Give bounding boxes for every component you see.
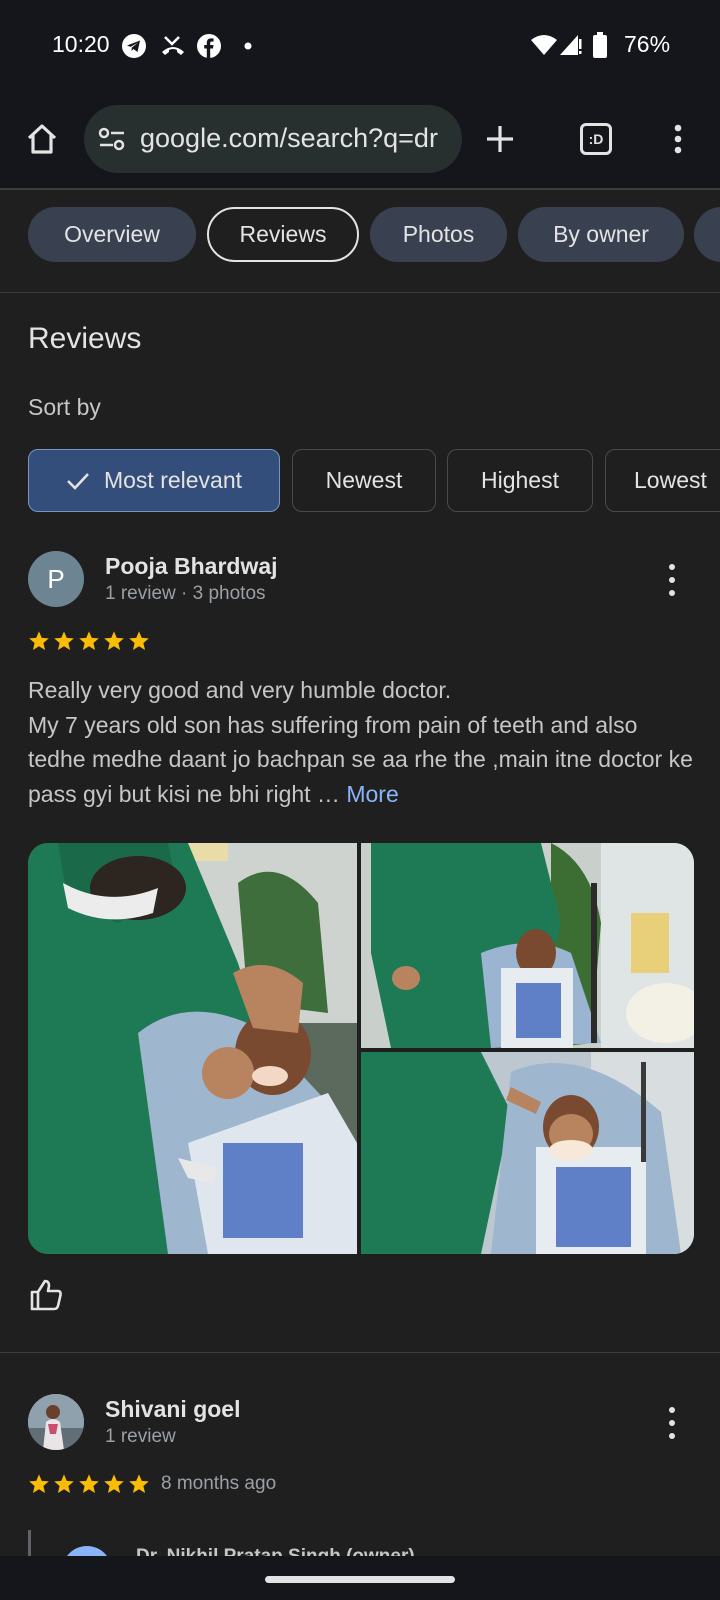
status-bar: 10:20 76%	[0, 0, 720, 90]
review-time: 8 months ago	[161, 1473, 277, 1494]
battery-icon	[593, 32, 607, 58]
missed-call-icon	[162, 36, 184, 55]
tab-count: :D	[588, 131, 604, 147]
tab-switcher-icon: :D	[580, 123, 612, 155]
home-gesture-handle[interactable]	[265, 1576, 455, 1583]
review-photos	[28, 843, 694, 1254]
star-icon	[79, 1474, 99, 1493]
tab-switcher-button[interactable]: :D	[576, 119, 616, 159]
sort-chip-label: Most relevant	[103, 467, 243, 493]
review-photo-2[interactable]	[361, 843, 694, 1048]
review-photo-3[interactable]	[361, 1052, 694, 1254]
navigation-bar	[0, 1556, 720, 1600]
plus-icon	[487, 126, 513, 152]
review-photo-1[interactable]	[28, 843, 357, 1254]
sort-chip-newest[interactable]: Newest	[292, 449, 436, 512]
more-link[interactable]: More	[346, 781, 398, 807]
sort-chip-label: Highest	[481, 467, 559, 493]
home-button[interactable]	[20, 119, 64, 159]
sort-chip-lowest[interactable]: Lowest	[605, 449, 720, 512]
star-icon	[104, 1474, 124, 1493]
check-icon	[67, 472, 89, 490]
new-tab-button[interactable]	[480, 119, 520, 159]
browser-menu-button[interactable]	[658, 119, 698, 159]
browser-toolbar: google.com/search?q=dr :D	[0, 90, 720, 188]
review-menu-button[interactable]	[662, 560, 682, 600]
star-rating	[28, 1473, 150, 1495]
star-icon	[79, 631, 99, 650]
star-rating	[28, 630, 150, 652]
star-icon	[129, 631, 149, 650]
star-icon	[104, 631, 124, 650]
tab-photos[interactable]: Photos	[370, 207, 507, 262]
signal-icon	[560, 35, 582, 55]
sort-chips: Most relevant Newest Highest Lowest	[0, 449, 720, 514]
reviews-heading: Reviews	[28, 322, 142, 355]
reviewer-meta: 1 review · 3 photos	[105, 583, 266, 604]
star-icon	[54, 1474, 74, 1493]
avatar[interactable]	[28, 1394, 84, 1450]
reviewer-name[interactable]: Shivani goel	[105, 1396, 240, 1423]
tab-more[interactable]	[694, 207, 720, 262]
review-divider	[0, 1352, 720, 1353]
url-text: google.com/search?q=dr	[140, 123, 438, 153]
thumbs-up-icon[interactable]	[28, 1278, 64, 1312]
sort-chip-label: Lowest	[634, 467, 707, 493]
telegram-icon	[122, 34, 146, 58]
battery-percentage: 76%	[624, 31, 671, 57]
avatar[interactable]: P	[28, 551, 84, 607]
star-icon	[54, 631, 74, 650]
tab-reviews[interactable]: Reviews	[207, 207, 359, 262]
sort-chip-most-relevant[interactable]: Most relevant	[28, 449, 280, 512]
tab-by-owner[interactable]: By owner	[518, 207, 684, 262]
avatar-letter: P	[47, 563, 65, 594]
address-bar[interactable]: google.com/search?q=dr	[84, 105, 462, 173]
star-icon	[129, 1474, 149, 1493]
review-menu-button[interactable]	[662, 1403, 682, 1443]
tab-overview[interactable]: Overview	[28, 207, 196, 262]
dot-icon	[244, 42, 252, 50]
sort-chip-highest[interactable]: Highest	[447, 449, 593, 512]
sort-chip-label: Newest	[325, 467, 403, 493]
review-text: Really very good and very humble doctor.…	[28, 673, 698, 811]
status-time: 10:20	[52, 31, 110, 57]
reviewer-meta: 1 review	[105, 1426, 176, 1447]
home-icon	[27, 124, 57, 154]
star-icon	[29, 1474, 49, 1493]
result-tabs: Overview Reviews Photos By owner	[0, 190, 720, 292]
site-settings-icon	[98, 127, 125, 151]
tabs-divider	[0, 292, 720, 293]
star-icon	[29, 631, 49, 650]
wifi-icon	[531, 35, 557, 55]
sort-by-label: Sort by	[28, 394, 101, 420]
facebook-icon	[197, 34, 221, 58]
reviewer-name[interactable]: Pooja Bhardwaj	[105, 553, 278, 580]
more-vert-icon	[674, 124, 682, 154]
